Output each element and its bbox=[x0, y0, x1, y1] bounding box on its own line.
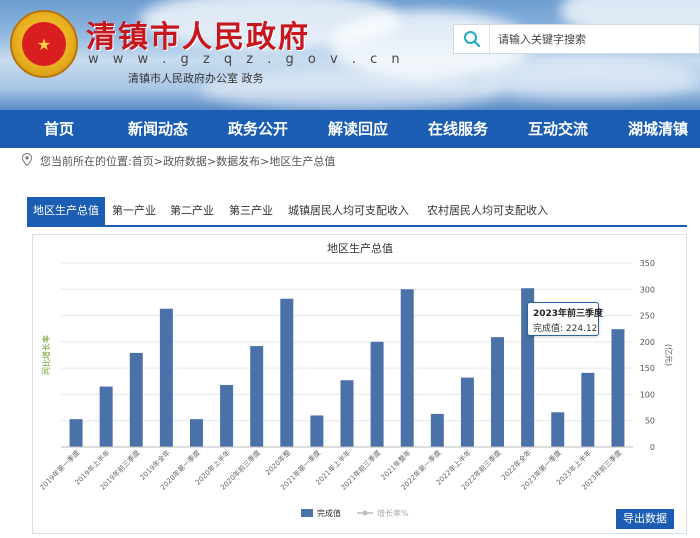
y-tick-label: 150 bbox=[640, 364, 655, 373]
search-input[interactable] bbox=[490, 32, 690, 46]
breadcrumb-prefix: 您当前所在的位置: bbox=[40, 155, 132, 168]
breadcrumb-item-data-release[interactable]: 数据发布 bbox=[216, 153, 260, 169]
nav-item-online-service[interactable]: 在线服务 bbox=[428, 110, 488, 148]
legend-swatch-completed bbox=[301, 509, 313, 517]
breadcrumb-item-gdp[interactable]: 地区生产总值 bbox=[269, 153, 335, 169]
emblem-star-icon: ★ bbox=[36, 34, 52, 54]
bar bbox=[159, 308, 173, 447]
bar bbox=[189, 419, 203, 447]
tab-tertiary-industry[interactable]: 第三产业 bbox=[229, 197, 273, 225]
breadcrumb-item-home[interactable]: 首页 bbox=[132, 153, 154, 169]
bar bbox=[581, 372, 595, 447]
tooltip-title: 2023年前三季度 bbox=[533, 309, 604, 319]
x-tick-label: 2020年整 bbox=[263, 448, 292, 477]
nav-item-hucheng[interactable]: 湖城清镇 bbox=[628, 110, 688, 148]
bar bbox=[340, 380, 354, 447]
search-box bbox=[453, 24, 700, 54]
breadcrumb-separator: > bbox=[206, 154, 217, 168]
bar bbox=[400, 289, 414, 447]
main-nav: 首页 新闻动态 政务公开 解读回应 在线服务 互动交流 湖城清镇 bbox=[0, 110, 700, 148]
legend-swatch-growth-dot bbox=[362, 510, 368, 516]
bar bbox=[220, 384, 234, 447]
breadcrumb-item-gov-data[interactable]: 政府数据 bbox=[163, 153, 207, 169]
y-tick-label: 100 bbox=[640, 390, 655, 399]
bar bbox=[430, 413, 444, 447]
data-tabs: 地区生产总值 第一产业 第二产业 第三产业 城镇居民人均可支配收入 农村居民人均… bbox=[27, 197, 687, 227]
tab-gdp[interactable]: 地区生产总值 bbox=[27, 197, 105, 225]
chart-title: 地区生产总值 bbox=[327, 241, 393, 255]
bar bbox=[99, 386, 113, 447]
tooltip-value: 完成值: 224.12 bbox=[533, 324, 598, 334]
legend-label-growth: 增长率% bbox=[377, 508, 409, 518]
breadcrumb-separator: > bbox=[260, 154, 270, 168]
nav-item-home[interactable]: 首页 bbox=[44, 110, 74, 148]
bar bbox=[460, 377, 474, 447]
tab-primary-industry[interactable]: 第一产业 bbox=[112, 197, 156, 225]
gdp-bar-chart: 地区生产总值 0 50 100 150 200 250 300 350 (亿元) 同比增长率 2019… bbox=[38, 241, 674, 518]
y-tick-label: 250 bbox=[640, 312, 655, 321]
y-axis-left-label: 同比增长率 bbox=[41, 335, 51, 375]
site-url: w w w . g z q z . g o v . c n bbox=[88, 52, 405, 67]
y-tick-label: 300 bbox=[640, 285, 655, 294]
bar bbox=[551, 412, 565, 447]
breadcrumb-separator: > bbox=[153, 154, 163, 168]
breadcrumb: 您当前所在的位置: 首页 > 政府数据 > 数据发布 > 地区生产总值 bbox=[21, 152, 335, 170]
site-subtitle: 清镇市人民政府办公室 政务 bbox=[128, 72, 264, 85]
y-tick-label: 50 bbox=[645, 417, 655, 426]
bar bbox=[310, 415, 324, 447]
chart-panel: 地区生产总值 0 50 100 150 200 250 300 350 (亿元) 同比增长率 2019… bbox=[32, 234, 687, 534]
y-tick-label: 200 bbox=[640, 338, 655, 347]
tab-rural-income[interactable]: 农村居民人均可支配收入 bbox=[427, 197, 548, 225]
nav-item-gov-affairs[interactable]: 政务公开 bbox=[228, 110, 288, 148]
tab-secondary-industry[interactable]: 第二产业 bbox=[170, 197, 214, 225]
bar bbox=[491, 337, 505, 447]
bar bbox=[280, 298, 294, 447]
bar bbox=[611, 329, 625, 447]
nav-item-interaction[interactable]: 互动交流 bbox=[528, 110, 588, 148]
nav-item-news[interactable]: 新闻动态 bbox=[128, 110, 188, 148]
bar bbox=[69, 419, 83, 447]
x-tick-label: 2019年第一季度 bbox=[38, 448, 82, 492]
location-pin-icon bbox=[21, 152, 33, 169]
legend-label-completed: 完成值 bbox=[317, 508, 341, 518]
tab-urban-income[interactable]: 城镇居民人均可支配收入 bbox=[288, 197, 409, 225]
x-tick-label: 2019年全年 bbox=[138, 448, 172, 482]
x-tick-label: 2021年整年 bbox=[379, 448, 413, 482]
y-axis-right-label: (亿元) bbox=[664, 344, 674, 366]
bar bbox=[129, 352, 143, 447]
export-data-button[interactable]: 导出数据 bbox=[616, 509, 674, 529]
y-tick-label: 0 bbox=[650, 443, 655, 452]
nav-item-interpretation[interactable]: 解读回应 bbox=[328, 110, 388, 148]
search-icon[interactable] bbox=[454, 25, 490, 53]
site-header: ★ 清镇市人民政府 w w w . g z q z . g o v . c n … bbox=[0, 0, 700, 110]
national-emblem-logo: ★ bbox=[10, 10, 78, 78]
bar bbox=[370, 341, 384, 447]
chart-tooltip: 2023年前三季度 完成值: 224.12 bbox=[527, 302, 604, 336]
bar bbox=[250, 346, 264, 447]
y-tick-label: 350 bbox=[640, 259, 655, 268]
x-tick-label: 2022年全年 bbox=[499, 448, 533, 482]
site-title[interactable]: 清镇市人民政府 bbox=[86, 12, 310, 56]
